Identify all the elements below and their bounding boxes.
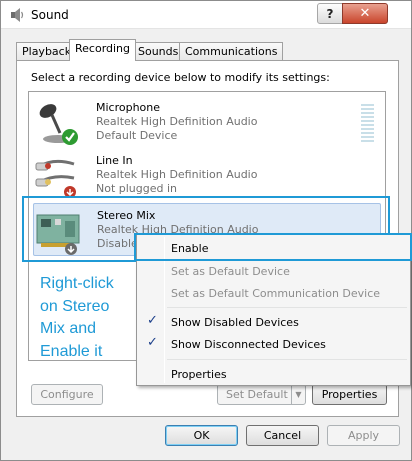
menu-item-set-default-communication[interactable]: Set as Default Communication Device [171, 287, 380, 300]
set-default-button[interactable]: Set Default ▼ [217, 384, 306, 405]
device-line-in[interactable]: Line In Realtek High Definition Audio No… [29, 149, 385, 203]
menu-item-properties[interactable]: Properties [171, 368, 227, 381]
ok-button[interactable]: OK [165, 425, 238, 446]
close-icon: ✕ [359, 6, 371, 21]
menu-item-set-default[interactable]: Set as Default Device [171, 265, 290, 278]
properties-button[interactable]: Properties [312, 384, 387, 405]
microphone-icon [39, 104, 78, 145]
tab-recording[interactable]: Recording [69, 39, 137, 61]
configure-button[interactable]: Configure [31, 384, 103, 405]
device-microphone[interactable]: Microphone Realtek High Definition Audio… [29, 96, 385, 150]
device-driver: Realtek High Definition Audio [96, 115, 258, 128]
device-name: Line In [96, 154, 133, 167]
sound-dialog: Sound ? ✕ Playback Recording Sounds Comm… [0, 0, 412, 461]
checkmark-icon: ✓ [147, 313, 158, 328]
title-bar: Sound ? ✕ [1, 1, 411, 29]
set-default-label: Set Default [226, 388, 288, 401]
device-name: Microphone [96, 101, 161, 114]
menu-separator [167, 359, 407, 360]
tab-communications[interactable]: Communications [179, 42, 284, 61]
chevron-down-icon[interactable]: ▼ [291, 385, 305, 404]
close-button[interactable]: ✕ [342, 3, 388, 24]
instruction-text: Select a recording device below to modif… [31, 71, 330, 84]
device-driver: Realtek High Definition Audio [96, 168, 258, 181]
help-button[interactable]: ? [317, 3, 343, 24]
menu-separator [167, 307, 407, 308]
speaker-icon [11, 8, 24, 22]
device-status: Not plugged in [96, 182, 178, 195]
line-in-icon [35, 159, 76, 198]
level-meter [361, 104, 374, 144]
cancel-button[interactable]: Cancel [246, 425, 319, 446]
annotation-text: Right-click on Stereo Mix and Enable it [40, 275, 114, 360]
device-status: Default Device [96, 129, 178, 142]
menu-item-show-disabled[interactable]: Show Disabled Devices [171, 316, 299, 329]
tab-sounds[interactable]: Sounds [132, 42, 185, 61]
help-icon: ? [326, 6, 334, 21]
enable-highlight [134, 233, 412, 261]
checkmark-icon: ✓ [147, 335, 158, 350]
window-title: Sound [31, 8, 69, 22]
menu-item-show-disconnected[interactable]: Show Disconnected Devices [171, 338, 326, 351]
apply-button[interactable]: Apply [327, 425, 400, 446]
tab-playback[interactable]: Playback [16, 42, 78, 61]
